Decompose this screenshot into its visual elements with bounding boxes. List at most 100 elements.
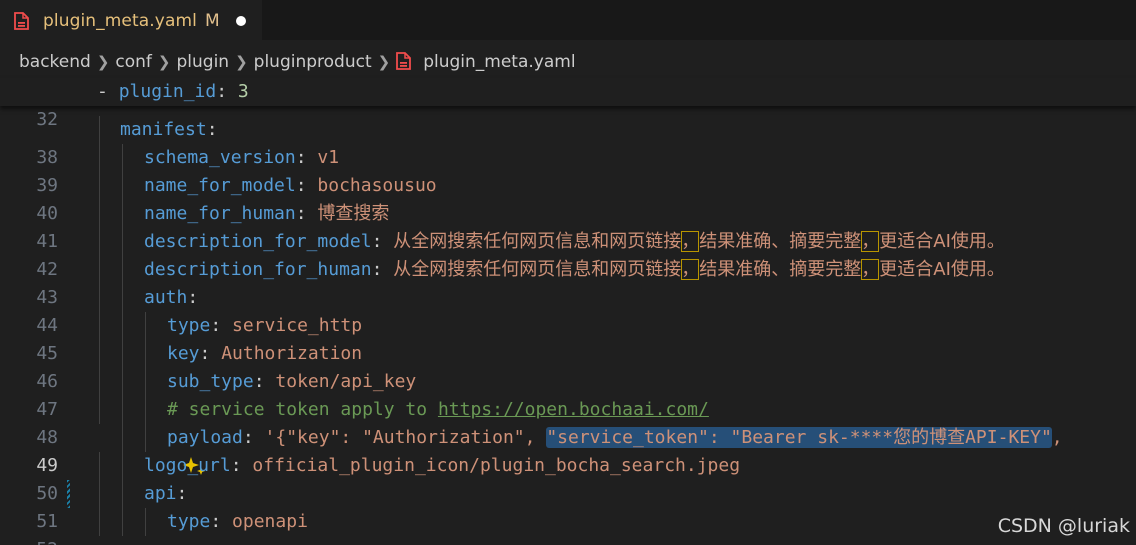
yaml-colon: : — [230, 455, 253, 476]
indent-guide — [145, 424, 146, 452]
yaml-key: type — [167, 315, 211, 336]
code-line-42[interactable]: 42 description_for_model: 从全网搜索任何网页信息和网页… — [0, 228, 1136, 280]
code-line-41[interactable]: 41 name_for_human: 博查搜索 — [0, 200, 1136, 252]
code-line-39[interactable]: 39 schema_version: v1 — [0, 144, 1136, 196]
yaml-colon: : — [371, 259, 394, 280]
code-line-48[interactable]: 48 # service token apply to https://open… — [0, 396, 1136, 448]
breadcrumb-item-backend[interactable]: backend — [19, 52, 91, 72]
yaml-file-icon — [396, 52, 412, 70]
indent-guide — [122, 228, 123, 256]
code-line-47[interactable]: 47 sub_type: token/api_key — [0, 368, 1136, 420]
code-line-40[interactable]: 40 name_for_model: bochasousuo — [0, 172, 1136, 224]
yaml-value-part: 更适合AI使用。 — [879, 259, 1005, 280]
yaml-colon: : — [176, 483, 188, 504]
yaml-key: name_for_model — [144, 175, 296, 196]
yaml-comment: # service token apply to — [167, 399, 438, 420]
chevron-right-icon: ❯ — [157, 53, 171, 71]
indent-guide — [99, 480, 100, 508]
tab-plugin-meta-yaml[interactable]: plugin_meta.yaml M — [0, 0, 262, 41]
yaml-value: official_plugin_icon/plugin_bocha_search… — [252, 455, 741, 476]
indent-guide — [99, 508, 100, 536]
indent-guide — [99, 172, 100, 200]
yaml-colon: : — [206, 119, 218, 140]
yaml-value: service_http — [232, 315, 363, 336]
yaml-file-icon — [14, 12, 29, 30]
indent-guide — [99, 284, 100, 312]
tab-title: plugin_meta.yaml — [43, 11, 197, 31]
breadcrumb-item-conf[interactable]: conf — [115, 52, 152, 72]
yaml-key: manifest — [120, 119, 207, 140]
yaml-value: v1 — [317, 147, 340, 168]
yaml-key: logo_url — [144, 455, 231, 476]
indent-guide — [99, 396, 100, 424]
indent-guide — [145, 340, 146, 368]
indent-guide — [122, 452, 123, 480]
chevron-right-icon: ❯ — [96, 53, 110, 71]
yaml-value: openapi — [232, 511, 308, 532]
breadcrumb-item-pluginproduct[interactable]: pluginproduct — [254, 52, 372, 72]
tab-bar: plugin_meta.yaml M — [0, 0, 1136, 41]
yaml-colon: : — [295, 175, 318, 196]
indent-guide — [122, 396, 123, 424]
unicode-highlight-comma[interactable]: ， — [861, 259, 880, 280]
code-line-44[interactable]: 44 auth: — [0, 284, 1136, 336]
code-line-43[interactable]: 43 description_for_human: 从全网搜索任何网页信息和网页… — [0, 256, 1136, 308]
breadcrumb-item-plugin[interactable]: plugin — [177, 52, 230, 72]
yaml-value-part: 结果准确、摘要完整 — [699, 259, 862, 280]
indent-guide — [122, 480, 123, 508]
yaml-key: description_for_human — [144, 259, 372, 280]
code-line-46[interactable]: 46 key: Authorization — [0, 340, 1136, 392]
code-line-50[interactable]: 50 logo_url: official_plugin_icon/plugin… — [0, 452, 1136, 504]
yaml-colon: : — [371, 231, 394, 252]
comment-link[interactable]: https://open.bochaai.com/ — [438, 399, 709, 420]
unsaved-dot-icon[interactable] — [235, 16, 246, 26]
yaml-key: type — [167, 511, 211, 532]
code-editor[interactable]: 38 manifest: 39 schema_version: v1 40 na… — [0, 88, 1136, 545]
code-line-45[interactable]: 45 type: service_http — [0, 312, 1136, 364]
line-number: 32 — [36, 109, 58, 130]
text-selection[interactable]: "service_token": "Bearer sk-****您的博查API-… — [546, 427, 1052, 448]
code-line-51[interactable]: 51 api: — [0, 480, 1136, 532]
yaml-key: plugin_id — [118, 81, 217, 102]
editor-window: plugin_meta.yaml M backend ❯ conf ❯ plug… — [0, 0, 1136, 545]
indent-guide — [99, 256, 100, 284]
yaml-value: token/api_key — [275, 371, 417, 392]
yaml-colon: : — [216, 81, 238, 102]
indent-guide — [122, 200, 123, 228]
breadcrumb: backend ❯ conf ❯ plugin ❯ pluginproduct … — [0, 44, 1136, 80]
indent-guide — [122, 144, 123, 172]
line-number: 52 — [0, 536, 58, 545]
yaml-colon: : — [210, 511, 233, 532]
yaml-key: schema_version — [144, 147, 296, 168]
code-line-52[interactable]: 52 type: openapi — [0, 508, 1136, 545]
yaml-colon: : — [199, 343, 222, 364]
unicode-highlight-comma[interactable]: ， — [681, 231, 700, 252]
yaml-value-part: 从全网搜索任何网页信息和网页链接 — [393, 231, 682, 252]
breadcrumb-file-label: plugin_meta.yaml — [423, 52, 576, 72]
indent-guide — [145, 368, 146, 396]
indent-guide — [122, 340, 123, 368]
indent-guide — [99, 116, 100, 144]
indent-guide — [145, 396, 146, 424]
yaml-key: payload — [167, 427, 243, 448]
yaml-value: , — [1051, 427, 1063, 448]
code-line-38[interactable]: 38 manifest: — [0, 116, 1136, 168]
yaml-colon: : — [295, 147, 318, 168]
indent-guide — [122, 508, 123, 536]
yaml-value: 3 — [237, 81, 249, 102]
yaml-value-part: 更适合AI使用。 — [879, 231, 1005, 252]
yaml-colon: : — [242, 427, 265, 448]
yaml-colon: : — [210, 315, 233, 336]
code-line-49[interactable]: 49 payload: '{"key": "Authorization", "s… — [0, 424, 1136, 508]
indent-guide — [122, 312, 123, 340]
yaml-value-part: 从全网搜索任何网页信息和网页链接 — [393, 259, 682, 280]
breadcrumb-item-file[interactable]: plugin_meta.yaml — [396, 52, 576, 72]
indent-guide — [99, 312, 100, 340]
yaml-colon: : — [253, 371, 276, 392]
indent-guide — [145, 312, 146, 340]
unicode-highlight-comma[interactable]: ， — [861, 231, 880, 252]
unicode-highlight-comma[interactable]: ， — [681, 259, 700, 280]
indent-guide — [99, 340, 100, 368]
yaml-key: api — [144, 483, 177, 504]
sticky-scroll-header[interactable]: 32 - plugin_id: 3 — [0, 78, 1136, 130]
